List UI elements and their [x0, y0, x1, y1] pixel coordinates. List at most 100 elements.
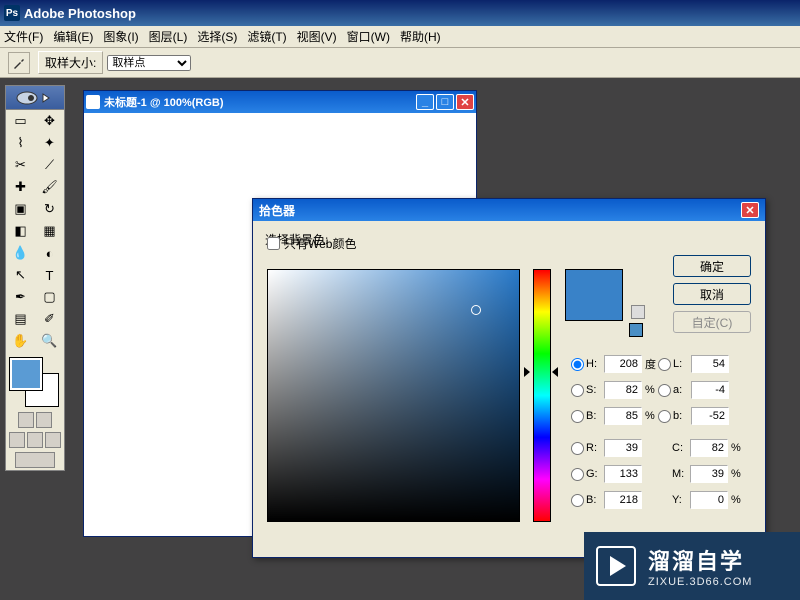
hue-marker-right[interactable] [552, 367, 558, 377]
doc-maximize-button[interactable]: □ [436, 94, 454, 110]
web-only-checkbox[interactable] [267, 237, 280, 250]
hue-marker-left[interactable] [524, 367, 530, 377]
ok-button[interactable]: 确定 [673, 255, 751, 277]
foreground-color-swatch[interactable] [10, 358, 42, 390]
picker-titlebar[interactable]: 拾色器 ✕ [253, 199, 765, 221]
custom-button[interactable]: 自定(C) [673, 311, 751, 333]
jump-to-imageready[interactable] [15, 452, 55, 468]
color-field-cursor[interactable] [471, 305, 481, 315]
input-a[interactable] [691, 381, 729, 399]
mode-standard[interactable] [18, 412, 34, 428]
tool-crop[interactable]: ✂ [6, 154, 35, 176]
web-only-checkbox-label[interactable]: 只有Web颜色 [267, 235, 356, 252]
tool-gradient[interactable]: ▦ [35, 220, 64, 242]
radio-g[interactable] [571, 468, 584, 481]
doc-minimize-button[interactable]: _ [416, 94, 434, 110]
menu-layer[interactable]: 图层(L) [149, 28, 188, 45]
menu-help[interactable]: 帮助(H) [400, 28, 441, 45]
tool-lasso[interactable]: ⌇ [6, 132, 35, 154]
input-bl[interactable] [604, 491, 642, 509]
sample-size-label: 取样大小: [38, 51, 103, 74]
tool-path[interactable]: ↖ [6, 264, 35, 286]
input-r[interactable] [604, 439, 642, 457]
radio-b[interactable] [571, 410, 584, 423]
document-titlebar[interactable]: 未标题-1 @ 100%(RGB) _ □ ✕ [84, 91, 476, 113]
watermark: 溜溜自学 ZIXUE.3D66.COM [584, 532, 800, 600]
app-icon: Ps [4, 5, 20, 21]
color-swatch [565, 269, 623, 321]
options-bar: 取样大小: 取样点 [0, 48, 800, 78]
input-lab-b[interactable] [691, 407, 729, 425]
tool-heal[interactable]: ✚ [6, 176, 35, 198]
websafe-swatch[interactable] [629, 323, 643, 337]
tool-pen[interactable]: ✒ [6, 286, 35, 308]
input-c[interactable] [690, 439, 728, 457]
document-title: 未标题-1 @ 100%(RGB) [104, 94, 224, 110]
menubar: 文件(F) 编辑(E) 图象(I) 图层(L) 选择(S) 滤镜(T) 视图(V… [0, 26, 800, 48]
tool-wand[interactable]: ✦ [35, 132, 64, 154]
menu-filter[interactable]: 滤镜(T) [247, 28, 286, 45]
radio-lab-b[interactable] [658, 410, 671, 423]
radio-h[interactable] [571, 358, 584, 371]
hue-slider[interactable] [533, 269, 551, 522]
input-h[interactable] [604, 355, 642, 373]
tool-brush[interactable]: 🖌 [35, 176, 64, 198]
picker-title: 拾色器 [259, 202, 295, 219]
tool-blur[interactable]: 💧 [6, 242, 35, 264]
color-picker-dialog: 拾色器 ✕ 选择背景色: 确定 取消 自定(C) H: 度 L: [252, 198, 766, 558]
tool-marquee[interactable]: ▭ [6, 110, 35, 132]
tool-history[interactable]: ↻ [35, 198, 64, 220]
tool-stamp[interactable]: ▣ [6, 198, 35, 220]
radio-L[interactable] [658, 358, 671, 371]
menu-view[interactable]: 视图(V) [297, 28, 337, 45]
color-field[interactable] [267, 269, 520, 522]
sample-size-select[interactable]: 取样点 [107, 55, 191, 71]
menu-image[interactable]: 图象(I) [103, 28, 138, 45]
toolbox: ▭ ✥ ⌇ ✦ ✂ ⟋ ✚ 🖌 ▣ ↻ ◧ ▦ 💧 ◐ ↖ T ✒ ▢ ▤ ✐ … [5, 85, 65, 471]
menu-file[interactable]: 文件(F) [4, 28, 43, 45]
menu-window[interactable]: 窗口(W) [347, 28, 390, 45]
tool-notes[interactable]: ▤ [6, 308, 35, 330]
tool-hand[interactable]: ✋ [6, 330, 35, 352]
eyedropper-icon[interactable] [8, 52, 30, 74]
watermark-url: ZIXUE.3D66.COM [648, 576, 752, 588]
app-title: Adobe Photoshop [24, 6, 136, 21]
screen-fullmenu[interactable] [27, 432, 43, 448]
radio-r[interactable] [571, 442, 584, 455]
input-b[interactable] [604, 407, 642, 425]
input-s[interactable] [604, 381, 642, 399]
screen-standard[interactable] [9, 432, 25, 448]
new-color [566, 270, 622, 295]
tool-zoom[interactable]: 🔍 [35, 330, 64, 352]
tool-shape[interactable]: ▢ [35, 286, 64, 308]
tool-dodge[interactable]: ◐ [35, 242, 64, 264]
screen-full[interactable] [45, 432, 61, 448]
app-titlebar: Ps Adobe Photoshop [0, 0, 800, 26]
watermark-brand: 溜溜自学 [648, 544, 752, 576]
menu-select[interactable]: 选择(S) [197, 28, 237, 45]
picker-close-button[interactable]: ✕ [741, 202, 759, 218]
input-g[interactable] [604, 465, 642, 483]
play-icon [596, 546, 636, 586]
input-y[interactable] [690, 491, 728, 509]
toolbox-tools: ▭ ✥ ⌇ ✦ ✂ ⟋ ✚ 🖌 ▣ ↻ ◧ ▦ 💧 ◐ ↖ T ✒ ▢ ▤ ✐ … [6, 110, 64, 352]
radio-bl[interactable] [571, 494, 584, 507]
doc-close-button[interactable]: ✕ [456, 94, 474, 110]
input-L[interactable] [691, 355, 729, 373]
toolbox-quickmask [6, 410, 64, 430]
tool-type[interactable]: T [35, 264, 64, 286]
menu-edit[interactable]: 编辑(E) [53, 28, 93, 45]
tool-move[interactable]: ✥ [35, 110, 64, 132]
tool-slice[interactable]: ⟋ [35, 154, 64, 176]
color-value-fields: H: 度 L: S: % a: B: % b: R: C: % [571, 351, 744, 513]
input-m[interactable] [690, 465, 728, 483]
radio-s[interactable] [571, 384, 584, 397]
toolbox-screenmodes [6, 430, 64, 450]
tool-eyedropper[interactable]: ✐ [35, 308, 64, 330]
old-color[interactable] [566, 295, 622, 320]
radio-a[interactable] [658, 384, 671, 397]
tool-eraser[interactable]: ◧ [6, 220, 35, 242]
mode-quickmask[interactable] [36, 412, 52, 428]
cancel-button[interactable]: 取消 [673, 283, 751, 305]
gamut-warning-icon[interactable] [631, 305, 645, 319]
